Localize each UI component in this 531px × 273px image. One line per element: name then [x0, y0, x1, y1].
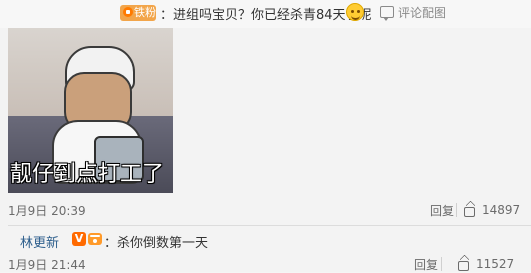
reply-timestamp: 1月9日 21:44 [8, 258, 86, 272]
like-count: 14897 [482, 203, 521, 217]
thumbs-up-icon [462, 202, 476, 217]
meme-caption: 靓仔到点打工了 [10, 162, 165, 187]
meme-image[interactable]: 靓仔到点打工了 [8, 28, 173, 193]
like-count-2: 11527 [476, 257, 515, 271]
weibo-comment-thread: 铁粉 ：进组吗宝贝？你已经杀青84天了呢 评论配图 靓仔到点打工了 1月9日 2… [0, 0, 531, 272]
fan-badge-label: 铁粉 [134, 6, 156, 19]
reply-button[interactable]: 回复 [430, 202, 454, 219]
action-divider-2 [441, 257, 442, 271]
reply-author[interactable]: 林更新 [20, 232, 59, 251]
comment-text: ：进组吗宝贝？你已经杀青84天了呢 [160, 8, 372, 23]
fan-badge: 铁粉 [120, 5, 156, 21]
smile-emoji-icon [346, 3, 364, 21]
action-divider [456, 203, 457, 217]
smile-mouth [351, 13, 360, 20]
comment-timestamp: 1月9日 20:39 [8, 204, 86, 218]
reply-button-2[interactable]: 回复 [414, 256, 438, 273]
comment-image-link-label: 评论配图 [398, 6, 447, 20]
reply-text: ：杀你倒数第一天 [104, 236, 209, 251]
comment-image-link[interactable]: 评论配图 [380, 4, 446, 21]
like-button-2[interactable]: 11527 [456, 256, 514, 271]
like-button[interactable]: 14897 [462, 202, 520, 217]
comment-divider [8, 225, 531, 226]
thumbs-up-icon-2 [456, 256, 470, 271]
heart-icon [123, 7, 133, 17]
comment-image-icon [380, 6, 394, 21]
verified-badge: V [72, 232, 86, 246]
crown-icon [88, 233, 102, 245]
comment-top-row: 铁粉 ：进组吗宝贝？你已经杀青84天了呢 评论配图 [0, 0, 531, 28]
